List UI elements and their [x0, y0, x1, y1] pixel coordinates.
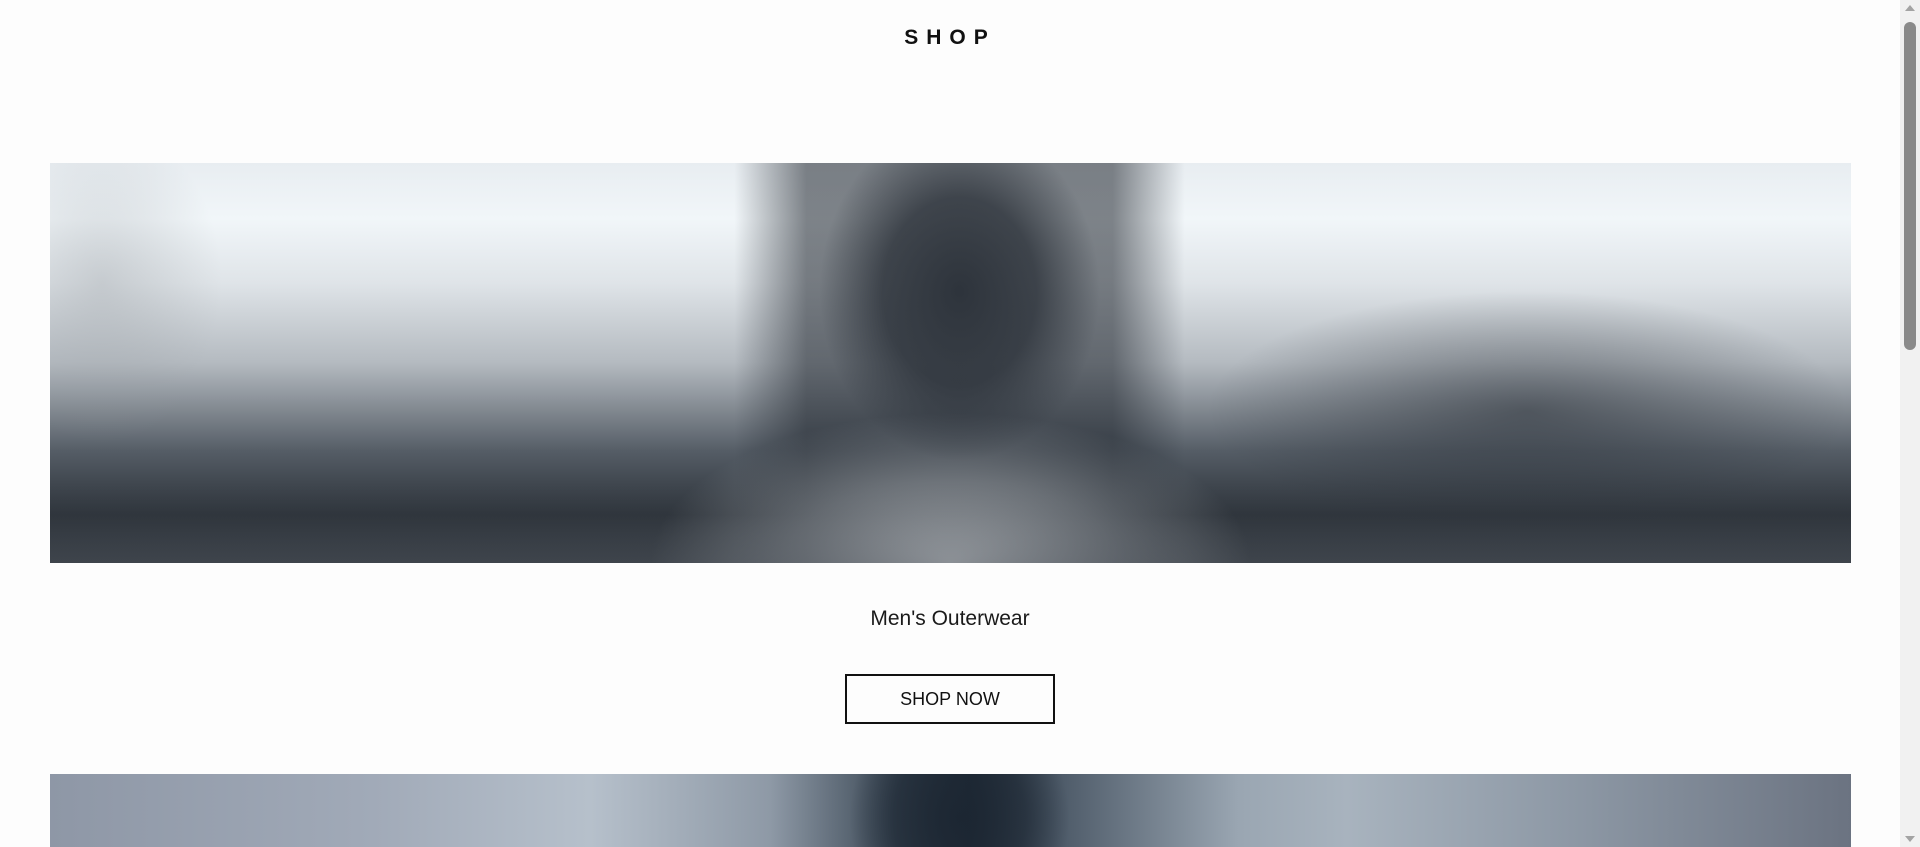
- shop-now-button[interactable]: SHOP NOW: [845, 674, 1055, 724]
- hero-image-mens-outerwear[interactable]: [50, 163, 1851, 563]
- main-content: SHOP Men's Outerwear SHOP NOW: [0, 0, 1900, 847]
- vertical-scrollbar[interactable]: [1900, 0, 1920, 847]
- scrollbar-thumb[interactable]: [1904, 22, 1916, 350]
- triangle-up-icon: [1905, 5, 1915, 11]
- hero-image-next-category[interactable]: [50, 774, 1851, 847]
- hero-bottom-fade: [50, 483, 1851, 563]
- scroll-up-button[interactable]: [1900, 0, 1920, 16]
- site-title[interactable]: SHOP: [0, 26, 1900, 50]
- triangle-down-icon: [1905, 836, 1915, 842]
- page: SHOP Men's Outerwear SHOP NOW: [0, 0, 1920, 847]
- scroll-down-button[interactable]: [1900, 831, 1920, 847]
- category-title: Men's Outerwear: [870, 607, 1030, 630]
